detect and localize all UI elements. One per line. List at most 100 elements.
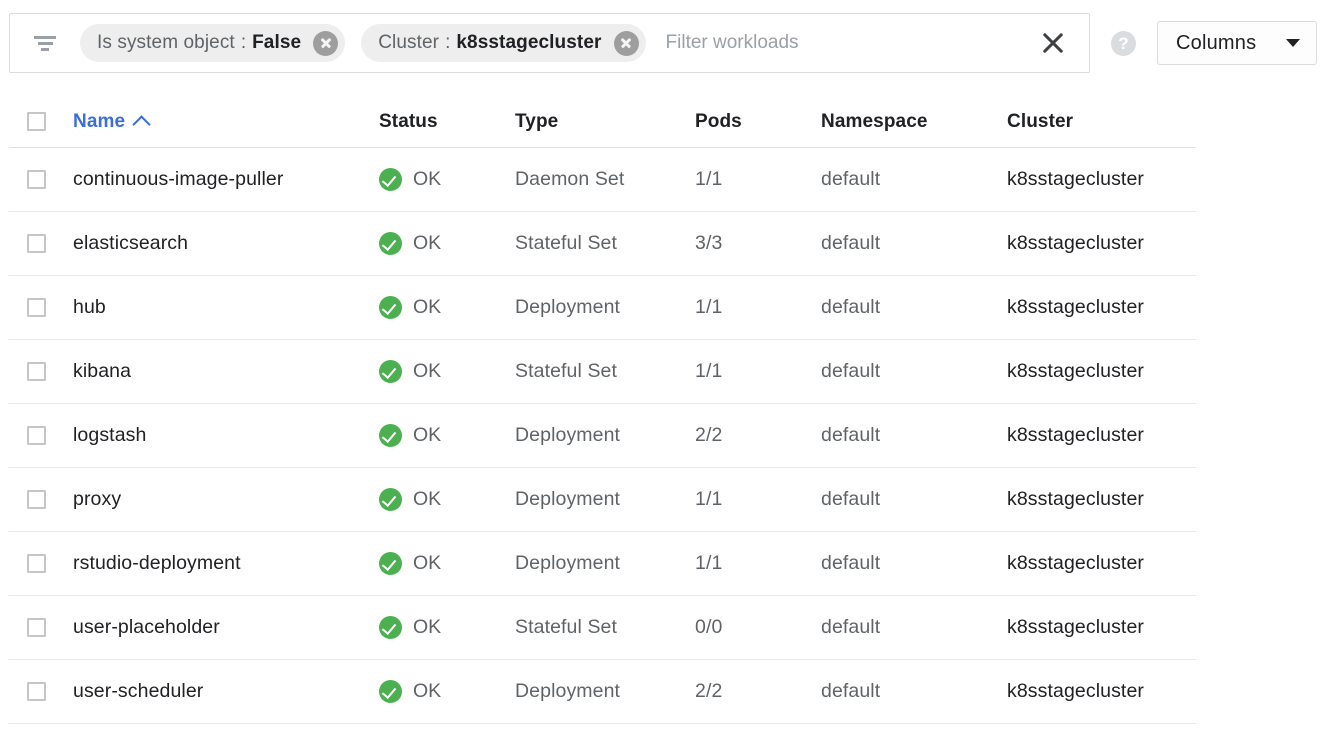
column-header-status[interactable]: Status bbox=[379, 111, 515, 133]
pods-label: 1/1 bbox=[695, 488, 722, 510]
columns-button-label: Columns bbox=[1176, 32, 1256, 55]
workload-name-link[interactable]: user-scheduler bbox=[73, 680, 203, 702]
table-row[interactable]: user-placeholder OKStateful Set 0/0 default… bbox=[9, 596, 1196, 660]
pods-label: 0/0 bbox=[695, 616, 722, 638]
workload-name-link[interactable]: hub bbox=[73, 296, 106, 318]
filter-chip-separator: : bbox=[235, 32, 252, 54]
cell-pods: 1/1 bbox=[695, 360, 821, 383]
type-label: Deployment bbox=[515, 552, 620, 574]
workload-name-link[interactable]: continuous-image-puller bbox=[73, 168, 283, 190]
column-header-namespace[interactable]: Namespace bbox=[821, 111, 1007, 133]
type-label: Deployment bbox=[515, 296, 620, 318]
table-row[interactable]: proxyOKDeployment1/1defaultk8sstageclust… bbox=[9, 468, 1196, 532]
row-checkbox[interactable] bbox=[27, 682, 46, 701]
type-label: Daemon Set bbox=[515, 168, 624, 190]
row-checkbox[interactable] bbox=[27, 426, 46, 445]
cluster-label: k8sstagecluster bbox=[1007, 488, 1144, 510]
status-ok-icon bbox=[379, 296, 402, 319]
remove-filter-chip-icon[interactable] bbox=[313, 31, 338, 56]
row-select-cell bbox=[9, 490, 73, 509]
row-checkbox[interactable] bbox=[27, 490, 46, 509]
pods-label: 2/2 bbox=[695, 424, 722, 446]
namespace-label: default bbox=[821, 360, 880, 382]
cell-status: OK bbox=[379, 488, 515, 511]
cell-name[interactable]: user-scheduler bbox=[73, 680, 379, 703]
cell-status: OK bbox=[379, 616, 515, 639]
table-row[interactable]: logstashOKDeployment2/2defaultk8sstagecl… bbox=[9, 404, 1196, 468]
table-row[interactable]: kibanaOKStateful Set1/1defaultk8sstagecl… bbox=[9, 340, 1196, 404]
pods-label: 3/3 bbox=[695, 232, 722, 254]
status-label: OK bbox=[413, 552, 441, 575]
filter-workloads-input[interactable] bbox=[662, 32, 1033, 54]
row-checkbox[interactable] bbox=[27, 234, 46, 253]
cell-pods: 1/1 bbox=[695, 296, 821, 319]
cell-status: OK bbox=[379, 168, 515, 191]
cell-name[interactable]: user-placeholder bbox=[73, 616, 379, 639]
filter-chip-separator: : bbox=[439, 32, 456, 54]
table-row[interactable]: elasticsearchOKStateful Set3/3defaultk8s… bbox=[9, 212, 1196, 276]
cell-name[interactable]: elasticsearch bbox=[73, 232, 379, 255]
table-row[interactable]: hubOKDeployment1/1defaultk8sstagecluster bbox=[9, 276, 1196, 340]
sort-ascending-icon bbox=[132, 115, 150, 133]
row-checkbox[interactable] bbox=[27, 554, 46, 573]
row-checkbox[interactable] bbox=[27, 298, 46, 317]
cell-status: OK bbox=[379, 552, 515, 575]
cell-name[interactable]: continuous-image-puller bbox=[73, 168, 379, 191]
clear-filters-icon[interactable] bbox=[1033, 23, 1073, 63]
cell-namespace: default bbox=[821, 616, 1007, 639]
select-all-cell bbox=[9, 112, 73, 131]
cell-status: OK bbox=[379, 232, 515, 255]
row-checkbox[interactable] bbox=[27, 362, 46, 381]
help-icon[interactable]: ? bbox=[1111, 31, 1136, 56]
workload-name-link[interactable]: elasticsearch bbox=[73, 232, 188, 254]
cluster-label: k8sstagecluster bbox=[1007, 360, 1144, 382]
cell-type: Daemon Set bbox=[515, 168, 695, 191]
cell-name[interactable]: proxy bbox=[73, 488, 379, 511]
workload-name-link[interactable]: kibana bbox=[73, 360, 131, 382]
columns-button[interactable]: Columns bbox=[1157, 21, 1317, 65]
remove-filter-chip-icon[interactable] bbox=[614, 31, 639, 56]
column-header-pods[interactable]: Pods bbox=[695, 111, 821, 133]
table-row[interactable]: rstudio-deployment OK Deployment 1/1 default… bbox=[9, 532, 1196, 596]
column-header-type[interactable]: Type bbox=[515, 111, 695, 133]
status-ok-icon bbox=[379, 616, 402, 639]
cell-cluster: k8sstagecluster bbox=[1007, 232, 1196, 255]
namespace-label: default bbox=[821, 296, 880, 318]
filter-chip-cluster[interactable]: Cluster : k8sstagecluster bbox=[361, 24, 645, 62]
cell-pods: 1/1 bbox=[695, 168, 821, 191]
row-checkbox[interactable] bbox=[27, 618, 46, 637]
workload-name-link[interactable]: logstash bbox=[73, 424, 146, 446]
type-label: Stateful Set bbox=[515, 616, 617, 638]
cluster-label: k8sstagecluster bbox=[1007, 232, 1144, 254]
status-label: OK bbox=[413, 488, 441, 511]
row-select-cell bbox=[9, 554, 73, 573]
row-checkbox[interactable] bbox=[27, 170, 46, 189]
workload-name-link[interactable]: user-placeholder bbox=[73, 616, 220, 638]
column-header-cluster[interactable]: Cluster bbox=[1007, 111, 1196, 133]
cell-namespace: default bbox=[821, 552, 1007, 575]
cell-name[interactable]: hub bbox=[73, 296, 379, 319]
workloads-table: Name Status Type Pods Namespace Cluster … bbox=[9, 96, 1196, 724]
workload-name-link[interactable]: rstudio-deployment bbox=[73, 552, 241, 574]
cell-type: Stateful Set bbox=[515, 616, 695, 639]
table-row[interactable]: user-schedulerOKDeployment2/2defaultk8ss… bbox=[9, 660, 1196, 724]
cell-cluster: k8sstagecluster bbox=[1007, 552, 1196, 575]
cell-name[interactable]: logstash bbox=[73, 424, 379, 447]
table-header-row: Name Status Type Pods Namespace Cluster bbox=[9, 96, 1196, 148]
cell-name[interactable]: kibana bbox=[73, 360, 379, 383]
select-all-checkbox[interactable] bbox=[27, 112, 46, 131]
cell-cluster: k8sstagecluster bbox=[1007, 616, 1196, 639]
filter-input-container[interactable]: Is system object : False Cluster : k8sst… bbox=[9, 13, 1090, 73]
workload-name-link[interactable]: proxy bbox=[73, 488, 121, 510]
status-label: OK bbox=[413, 424, 441, 447]
cell-name[interactable]: rstudio-deployment bbox=[73, 552, 379, 575]
filter-chip-is-system-object[interactable]: Is system object : False bbox=[80, 24, 345, 62]
pods-label: 2/2 bbox=[695, 680, 722, 702]
cell-namespace: default bbox=[821, 680, 1007, 703]
pods-label: 1/1 bbox=[695, 552, 722, 574]
filter-chip-key: Is system object bbox=[97, 32, 235, 54]
table-row[interactable]: continuous-image-pullerOKDaemon Set1/1de… bbox=[9, 148, 1196, 212]
cell-namespace: default bbox=[821, 488, 1007, 511]
filter-icon bbox=[32, 32, 58, 54]
column-header-name[interactable]: Name bbox=[73, 111, 379, 133]
